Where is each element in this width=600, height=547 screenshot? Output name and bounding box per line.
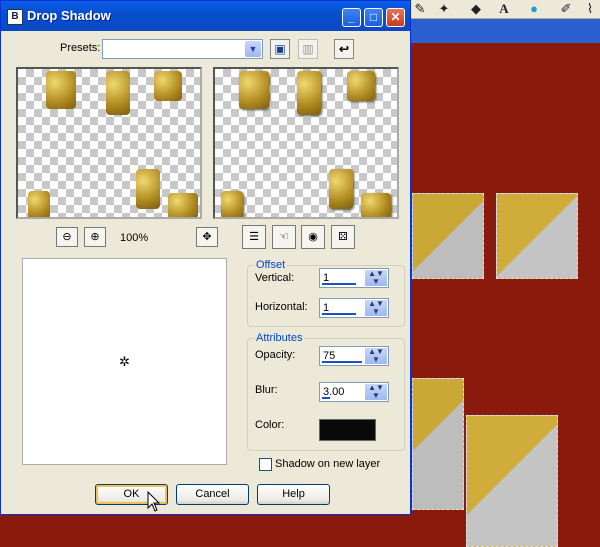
zoom-level: 100%	[120, 232, 149, 244]
save-preset-icon[interactable]: ▣	[270, 39, 290, 59]
mouse-cursor-icon	[147, 491, 161, 512]
zoom-out-icon[interactable]: ⊖	[56, 227, 78, 247]
randomize-dice-icon[interactable]: ⚄	[331, 225, 355, 249]
presets-dropdown[interactable]: ▼	[102, 39, 263, 59]
glitter-shape	[239, 71, 269, 109]
glitter-letter	[496, 193, 578, 279]
eyedropper-icon[interactable]: ⌇	[582, 1, 598, 17]
brush-icon[interactable]: ✎	[412, 1, 428, 17]
pen-icon[interactable]: ✐	[558, 1, 574, 17]
blur-slider-bar[interactable]	[322, 397, 330, 399]
offset-group-label: Offset	[254, 259, 288, 271]
opacity-label: Opacity:	[255, 349, 296, 361]
proof-icon[interactable]: ☜	[272, 225, 296, 249]
glitter-shape	[221, 191, 243, 217]
dialog-title: Drop Shadow	[27, 8, 111, 23]
horizontal-spinbox[interactable]: 1 ▲▼ ▼	[319, 298, 389, 318]
glitter-shape	[46, 71, 76, 109]
opacity-spinbox[interactable]: 75 ▲▼ ▼	[319, 346, 389, 366]
cancel-button[interactable]: Cancel	[176, 484, 249, 505]
chevron-down-icon[interactable]: ▼	[245, 41, 261, 57]
glitter-shape	[329, 169, 353, 209]
shadow-new-layer-label[interactable]: Shadow on new layer	[275, 458, 380, 470]
background-canvas	[408, 43, 600, 547]
glitter-shape	[106, 71, 130, 115]
minimize-button[interactable]: _	[342, 8, 361, 27]
background-titlebar	[408, 19, 600, 43]
vertical-spinbox[interactable]: 1 ▲▼ ▼	[319, 268, 389, 288]
pan-icon[interactable]: ✥	[196, 227, 218, 247]
maximize-button[interactable]: □	[364, 8, 383, 27]
crosshair-icon[interactable]: ✲	[119, 354, 130, 370]
spin-arrows-icon[interactable]: ▲▼ ▼	[365, 300, 387, 316]
spin-arrows-icon[interactable]: ▲▼ ▼	[365, 384, 387, 400]
shadow-new-layer-checkbox[interactable]	[259, 458, 272, 471]
horizontal-label: Horizontal:	[255, 301, 308, 313]
color-label: Color:	[255, 419, 285, 431]
glitter-shape	[168, 193, 198, 217]
attributes-group-label: Attributes	[254, 332, 305, 344]
shadow-direction-canvas[interactable]: ✲	[22, 258, 227, 465]
glitter-letter	[412, 378, 464, 510]
close-button[interactable]: ✕	[386, 8, 405, 27]
before-preview[interactable]	[16, 67, 202, 219]
spin-arrows-icon[interactable]: ▲▼ ▼	[365, 348, 387, 364]
after-preview[interactable]	[213, 67, 399, 219]
glitter-shape	[297, 71, 321, 115]
retouch-icon[interactable]: ✦	[436, 1, 452, 17]
drop-shadow-dialog: B Drop Shadow _ □ ✕ Presets: ▼ ▣ ▥ ↩ ⊖ ⊕…	[0, 0, 411, 515]
glitter-shape	[361, 193, 391, 217]
glitter-letter	[412, 193, 484, 279]
color-swatch[interactable]	[319, 419, 376, 441]
zoom-in-icon[interactable]: ⊕	[84, 227, 106, 247]
delete-preset-icon[interactable]: ▥	[298, 39, 318, 59]
fill-icon[interactable]: ◆	[468, 1, 484, 17]
presets-label: Presets:	[60, 42, 101, 54]
spin-arrows-icon[interactable]: ▲▼ ▼	[365, 270, 387, 286]
vertical-label: Vertical:	[255, 272, 295, 284]
blur-spinbox[interactable]: 3.00 ▲▼ ▼	[319, 382, 389, 402]
text-tool-icon[interactable]: A	[496, 1, 512, 17]
title-bar[interactable]: B Drop Shadow _ □ ✕	[1, 1, 410, 31]
help-button[interactable]: Help	[257, 484, 330, 505]
layout-icon[interactable]: ☰	[242, 225, 266, 249]
background-toolbar: ✎ ✦ ◆ A ● ✐ ⌇	[408, 0, 600, 19]
glitter-shape	[347, 71, 375, 101]
blur-label: Blur:	[255, 384, 278, 396]
horizontal-slider-bar[interactable]	[322, 313, 356, 315]
glitter-letter	[466, 415, 558, 547]
opacity-slider-bar[interactable]	[322, 361, 362, 363]
glitter-shape	[154, 71, 182, 101]
app-icon: B	[7, 9, 23, 25]
glitter-shape	[28, 191, 50, 217]
shape-icon[interactable]: ●	[526, 1, 542, 17]
glitter-shape	[136, 169, 160, 209]
preview-eye-icon[interactable]: ◉	[301, 225, 325, 249]
vertical-slider-bar[interactable]	[322, 283, 356, 285]
reset-icon[interactable]: ↩	[334, 39, 354, 59]
